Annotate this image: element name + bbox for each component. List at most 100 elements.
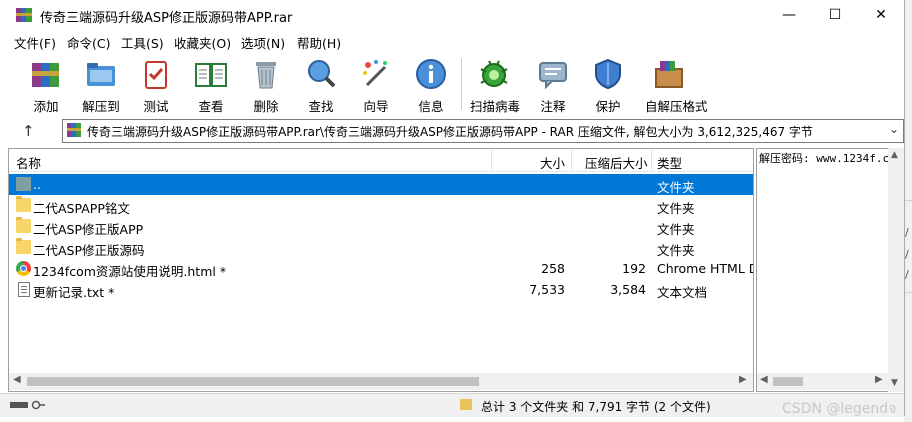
protect-icon	[595, 58, 621, 90]
file-name: 二代ASPAPP铭文	[33, 201, 130, 216]
view-button[interactable]: 查看	[187, 54, 235, 114]
file-type: 文件夹	[657, 201, 695, 216]
chrome-html-icon	[16, 261, 31, 276]
protect-button[interactable]: 保护	[584, 54, 632, 114]
menu-commands[interactable]: 命令(C)	[67, 33, 110, 52]
address-path: 传奇三端源码升级ASP修正版源码带APP.rar\传奇三端源码升级ASP修正版源…	[87, 125, 813, 139]
scroll-left-icon[interactable]: ◀	[13, 374, 21, 385]
maximize-button[interactable]: ☐	[812, 0, 858, 30]
scroll-down-icon[interactable]: ▼	[891, 378, 898, 388]
scroll-left-icon[interactable]: ◀	[760, 374, 768, 385]
find-label: 查找	[308, 99, 334, 114]
add-archive-icon	[32, 63, 59, 87]
delete-icon	[256, 62, 276, 89]
find-button[interactable]: 查找	[297, 54, 345, 114]
test-icon	[145, 61, 167, 89]
file-name: 二代ASP修正版源码	[33, 243, 145, 258]
archive-comment: 解压密码: www.1234f.c	[759, 152, 890, 165]
extract-to-button[interactable]: 解压到	[77, 54, 125, 114]
menu-help[interactable]: 帮助(H)	[297, 33, 341, 52]
file-type: 文本文档	[657, 285, 708, 300]
add-button[interactable]: 添加	[22, 54, 70, 114]
up-folder-button[interactable]: ↑	[22, 122, 35, 140]
toolbar: 添加 解压到 测试 查看 删除 查找 向导 信息 扫描病毒 注释 保护 自解压格…	[0, 52, 904, 116]
text-file-icon	[18, 282, 30, 297]
wizard-label: 向导	[363, 99, 389, 114]
scroll-thumb[interactable]	[773, 377, 803, 386]
info-button[interactable]: 信息	[407, 54, 455, 114]
file-packed-size: 192	[622, 261, 646, 276]
table-row[interactable]: 二代ASP修正版APP 文件夹	[9, 216, 753, 237]
table-row[interactable]: 二代ASP修正版源码 文件夹	[9, 237, 753, 258]
minimize-button[interactable]: —	[766, 0, 812, 30]
column-size[interactable]: 大小	[540, 153, 565, 172]
scroll-up-icon[interactable]: ▲	[891, 150, 898, 160]
info-label: 信息	[418, 99, 444, 114]
find-icon	[308, 60, 336, 88]
comment-pane[interactable]: 解压密码: www.1234f.c ◀ ▶	[756, 148, 890, 392]
table-row[interactable]: 二代ASPAPP铭文 文件夹	[9, 195, 753, 216]
delete-label: 删除	[253, 99, 279, 114]
column-name[interactable]: 名称	[16, 153, 41, 172]
toolbar-separator	[461, 58, 462, 110]
status-summary: 总计 3 个文件夹 和 7,791 字节 (2 个文件)	[481, 400, 711, 414]
file-list-horizontal-scrollbar[interactable]: ◀ ▶	[9, 373, 753, 390]
wizard-icon	[363, 60, 387, 87]
column-divider[interactable]	[651, 149, 652, 171]
status-bar: 总计 3 个文件夹 和 7,791 字节 (2 个文件)	[0, 393, 904, 417]
column-divider[interactable]	[491, 149, 492, 171]
folder-icon	[16, 196, 31, 212]
file-type: 文件夹	[657, 222, 695, 237]
scroll-thumb[interactable]	[27, 377, 479, 386]
column-divider[interactable]	[571, 149, 572, 171]
column-packed[interactable]: 压缩后大小	[585, 153, 648, 172]
file-name: ..	[33, 177, 41, 192]
menu-favorites[interactable]: 收藏夹(O)	[174, 33, 231, 52]
comment-vertical-scrollbar[interactable]: ▲ ▼	[888, 148, 904, 392]
file-list-header: ^ 名称 大小 压缩后大小 类型	[9, 149, 753, 172]
address-field[interactable]: 传奇三端源码升级ASP修正版源码带APP.rar\传奇三端源码升级ASP修正版源…	[62, 119, 904, 143]
wizard-button[interactable]: 向导	[352, 54, 400, 114]
comment-icon	[539, 62, 567, 90]
file-type: 文件夹	[657, 243, 695, 258]
comment-label: 注释	[540, 99, 566, 114]
menu-tools[interactable]: 工具(S)	[121, 33, 164, 52]
comment-button[interactable]: 注释	[529, 54, 577, 114]
virus-scan-button[interactable]: 扫描病毒	[470, 54, 520, 114]
scroll-right-icon[interactable]: ▶	[875, 374, 883, 385]
delete-button[interactable]: 删除	[242, 54, 290, 114]
close-button[interactable]: ✕	[858, 0, 904, 30]
menu-options[interactable]: 选项(N)	[241, 33, 285, 52]
sfx-label: 自解压格式	[645, 99, 708, 114]
scroll-right-icon[interactable]: ▶	[739, 374, 747, 385]
menu-bar: 文件(F) 命令(C) 工具(S) 收藏夹(O) 选项(N) 帮助(H)	[0, 30, 904, 52]
folder-icon	[460, 399, 472, 410]
column-type[interactable]: 类型	[657, 153, 682, 172]
folder-icon	[16, 217, 31, 233]
folder-icon	[16, 238, 31, 254]
chevron-down-icon[interactable]: ⌄	[889, 122, 899, 136]
add-label: 添加	[33, 99, 59, 114]
address-bar: ↑ 传奇三端源码升级ASP修正版源码带APP.rar\传奇三端源码升级ASP修正…	[0, 116, 904, 146]
background-window-strip: / / /	[904, 0, 912, 422]
table-row[interactable]: .. 文件夹	[9, 174, 753, 195]
file-type: 文件夹	[657, 180, 695, 195]
test-button[interactable]: 测试	[132, 54, 180, 114]
file-list[interactable]: ^ 名称 大小 压缩后大小 类型 .. 文件夹 二代ASPAPP铭文 文件夹 二…	[8, 148, 754, 392]
comment-horizontal-scrollbar[interactable]: ◀ ▶	[757, 373, 889, 390]
file-packed-size: 3,584	[610, 282, 646, 297]
table-row[interactable]: 1234fcom资源站使用说明.html * 258 192 Chrome HT…	[9, 258, 753, 279]
sfx-button[interactable]: 自解压格式	[645, 54, 708, 114]
protect-label: 保护	[595, 99, 621, 114]
info-icon	[416, 59, 446, 89]
virus-scan-icon	[480, 60, 508, 87]
file-name: 二代ASP修正版APP	[33, 222, 144, 237]
table-row[interactable]: 更新记录.txt * 7,533 3,584 文本文档	[9, 279, 753, 300]
file-name: 1234fcom资源站使用说明.html *	[33, 264, 227, 279]
menu-file[interactable]: 文件(F)	[14, 33, 56, 52]
file-type: Chrome HTML D	[657, 261, 754, 276]
winrar-icon	[16, 8, 32, 22]
parent-folder-icon	[16, 177, 31, 191]
file-size: 258	[541, 261, 565, 276]
file-name: 更新记录.txt *	[33, 285, 115, 300]
